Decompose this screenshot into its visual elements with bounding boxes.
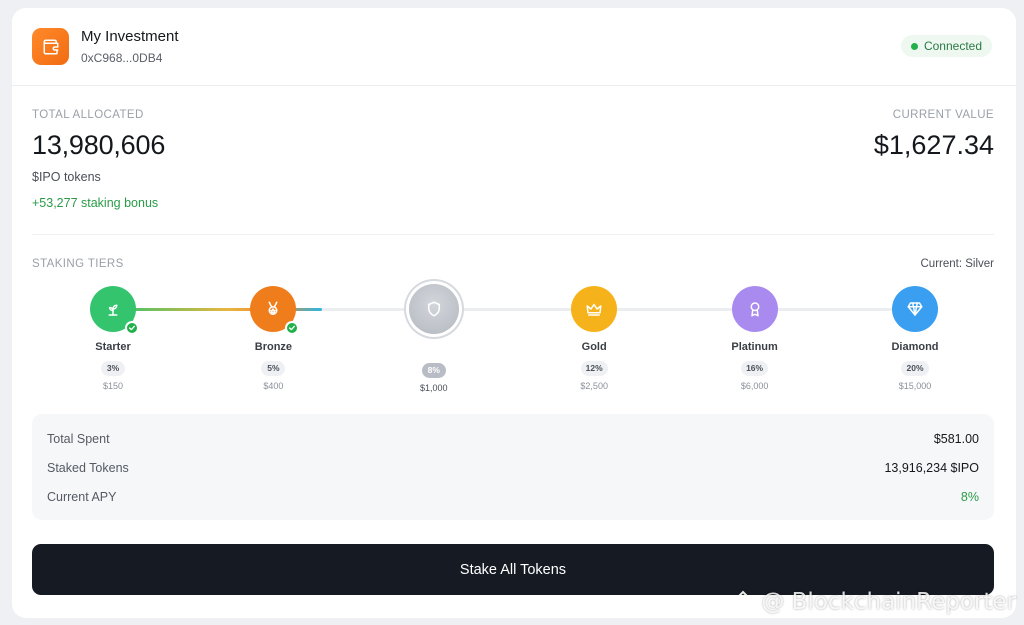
- summary-value: 8%: [960, 490, 979, 504]
- current-value-label: CURRENT VALUE: [892, 109, 994, 121]
- crown-icon: [571, 286, 618, 332]
- token-unit-label: $IPO tokens: [32, 170, 101, 184]
- total-allocated-value: 13,980,606: [32, 130, 166, 160]
- tier-name: [379, 343, 489, 357]
- tier-current: 8% $1,000: [379, 284, 489, 393]
- staking-summary: Total Spent $581.00 Staked Tokens 13,916…: [32, 414, 994, 520]
- summary-value: $581.00: [933, 432, 979, 446]
- current-value-amount: $1,627.34: [873, 130, 994, 160]
- connection-status-label: Connected: [923, 39, 982, 53]
- stake-all-tokens-button[interactable]: Stake All Tokens: [32, 544, 994, 595]
- tier-bronze: Bronze 5% $400: [218, 286, 328, 391]
- summary-row-current-apy: Current APY 8%: [47, 490, 979, 508]
- award-icon: [731, 286, 778, 332]
- summary-row-staked-tokens: Staked Tokens 13,916,234 $IPO: [47, 461, 979, 479]
- status-dot-icon: [910, 42, 918, 50]
- tier-name: Starter: [95, 341, 131, 353]
- tier-apy-badge: 20%: [901, 361, 929, 376]
- summary-label: Current APY: [47, 490, 117, 504]
- tier-apy-badge: 3%: [101, 361, 125, 376]
- tier-price: $6,000: [740, 381, 769, 391]
- tier-price: $1,000: [420, 383, 448, 393]
- tier-price: $150: [102, 381, 124, 391]
- watermark-text: @ BlockchainReporter: [761, 589, 1016, 615]
- medal-icon: [250, 286, 300, 335]
- sprout-icon: [90, 286, 139, 335]
- diamond-icon: [892, 286, 938, 332]
- tier-apy-badge: 16%: [741, 361, 769, 376]
- summary-label: Total Spent: [47, 432, 110, 446]
- check-icon: [285, 321, 300, 335]
- tier-price: $2,500: [580, 381, 608, 391]
- check-icon: [125, 321, 139, 335]
- connection-status-badge: Connected: [900, 35, 992, 57]
- summary-value: 13,916,234 $IPO: [884, 461, 979, 475]
- blockchain-logo-icon: [731, 590, 755, 614]
- tier-apy-badge: 12%: [580, 361, 608, 376]
- shield-icon: [408, 284, 459, 334]
- tier-name: Gold: [581, 341, 607, 353]
- investment-card: My Investment 0xC968...0DB4 Connected TO…: [12, 8, 1016, 618]
- wallet-icon: [32, 28, 69, 65]
- tier-name: Platinum: [731, 341, 778, 353]
- tier-apy-badge: 8%: [421, 363, 446, 378]
- tier-platinum: Platinum 16% $6,000: [700, 286, 810, 391]
- card-header: My Investment 0xC968...0DB4 Connected: [12, 8, 1016, 86]
- total-allocated-label: TOTAL ALLOCATED: [32, 109, 144, 121]
- section-divider: [32, 234, 994, 235]
- watermark: @ BlockchainReporter: [731, 589, 1016, 615]
- tier-starter: Starter 3% $150: [58, 286, 168, 391]
- staking-tiers-label: STAKING TIERS: [32, 258, 124, 270]
- current-tier-label: Current: Silver: [920, 258, 995, 270]
- tier-name: Diamond: [891, 341, 939, 353]
- staking-bonus: +53,277 staking bonus: [32, 196, 159, 210]
- tier-gold: Gold 12% $2,500: [539, 286, 649, 391]
- page-title: My Investment: [81, 28, 179, 45]
- summary-label: Staked Tokens: [47, 461, 129, 475]
- tier-apy-badge: 5%: [261, 361, 286, 376]
- tier-price: $400: [263, 381, 284, 391]
- tier-diamond: Diamond 20% $15,000: [860, 286, 970, 391]
- tier-price: $15,000: [898, 381, 932, 391]
- tier-name: Bronze: [254, 341, 293, 353]
- summary-row-total-spent: Total Spent $581.00: [47, 432, 979, 450]
- wallet-address: 0xC968...0DB4: [81, 51, 163, 65]
